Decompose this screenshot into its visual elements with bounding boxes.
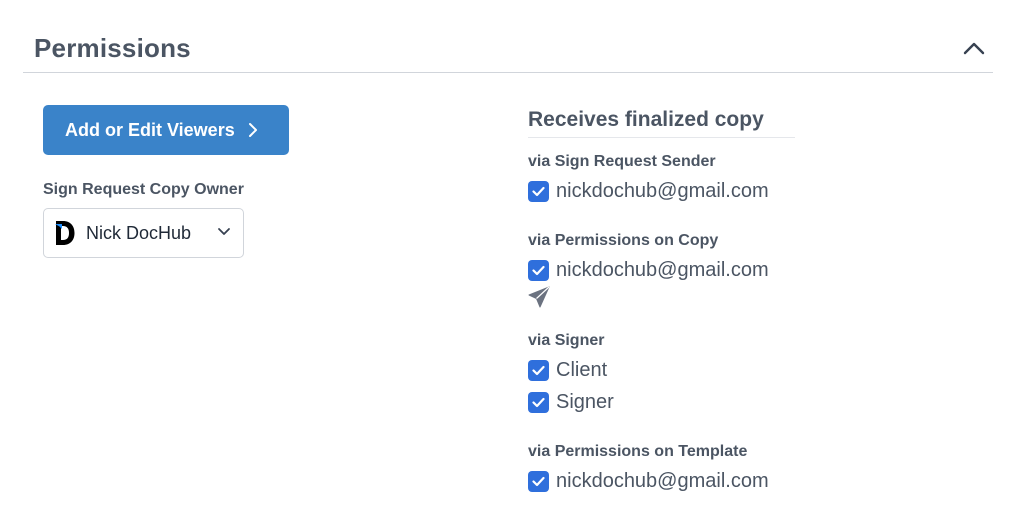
permissions-header: Permissions [23,0,993,73]
recipient-row[interactable]: Signer [528,389,614,415]
recipient-email: nickdochub@gmail.com [556,258,769,281]
send-icon[interactable] [528,286,550,308]
add-edit-viewers-label: Add or Edit Viewers [65,119,235,140]
group-label-signer: via Signer [528,332,605,349]
recipient-row[interactable]: nickdochub@gmail.com [528,468,769,494]
add-edit-viewers-button[interactable]: Add or Edit Viewers [43,105,289,155]
finalized-copy-divider [528,137,795,138]
checkbox-checked[interactable] [528,359,549,381]
recipient-email: nickdochub@gmail.com [556,469,769,492]
recipient-row[interactable]: nickdochub@gmail.com [528,257,769,283]
section-title: Permissions [34,33,191,63]
recipient-role: Client [556,358,608,381]
group-label-permissions-on-copy: via Permissions on Copy [528,232,719,249]
chevron-down-icon [217,227,231,237]
finalized-copy-title: Receives finalized copy [528,108,764,131]
checkbox-checked[interactable] [528,470,549,492]
group-label-sign-request-sender: via Sign Request Sender [528,153,716,170]
copy-owner-select[interactable]: Nick DocHub [43,208,244,258]
recipient-row[interactable]: nickdochub@gmail.com [528,178,769,204]
chevron-up-icon[interactable] [962,37,986,59]
copy-owner-label: Sign Request Copy Owner [43,181,244,198]
checkbox-checked[interactable] [528,391,549,413]
recipient-row[interactable]: Client [528,357,607,383]
recipient-email: nickdochub@gmail.com [556,179,769,202]
copy-owner-name: Nick DocHub [86,222,192,243]
checkbox-checked[interactable] [528,259,549,281]
checkbox-checked[interactable] [528,180,549,202]
dochub-logo-icon [54,220,76,246]
chevron-right-icon [247,122,259,138]
group-label-permissions-on-template: via Permissions on Template [528,443,748,460]
recipient-role: Signer [556,390,614,413]
